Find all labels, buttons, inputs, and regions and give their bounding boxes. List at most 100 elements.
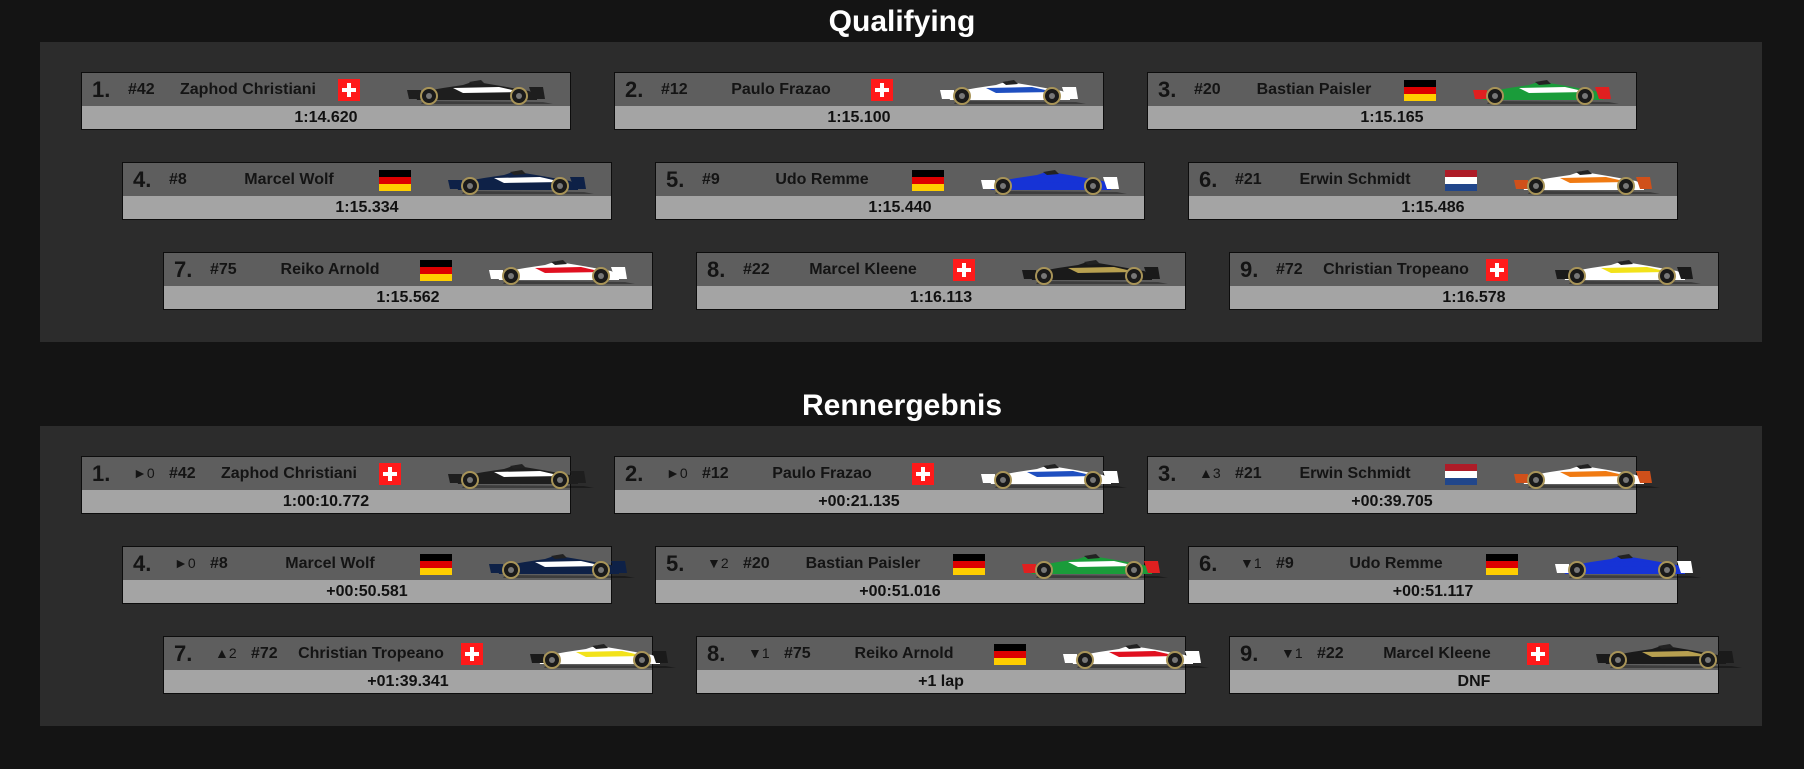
race-car-image xyxy=(940,80,1086,105)
position: 3. xyxy=(1158,461,1177,486)
driver-header: 7. #75 Reiko Arnold xyxy=(164,253,652,286)
flag-de-icon xyxy=(994,644,1026,665)
driver-header: 1. #42 Zaphod Christiani xyxy=(82,73,570,106)
race-result-card[interactable]: 3. ▲3 #21 Erwin Schmidt +00:39.705 xyxy=(1147,456,1660,514)
driver-header: 9. #72 Christian Tropeano xyxy=(1230,253,1718,286)
race-result-card[interactable]: 1. ►0 #42 Zaphod Christiani 1:00:10.772 xyxy=(81,456,594,514)
flag-ch-icon xyxy=(379,463,401,485)
flag-ch-icon xyxy=(871,79,893,101)
race-car-image xyxy=(1514,170,1660,195)
flag-de-icon xyxy=(420,554,452,575)
flag-de-icon xyxy=(912,170,944,191)
race-time: +00:51.016 xyxy=(656,580,1144,603)
driver-header: 5. #9 Udo Remme xyxy=(656,163,1144,196)
race-car-image xyxy=(407,80,553,105)
position: 1. xyxy=(92,77,111,102)
driver-name: Erwin Schmidt xyxy=(1299,171,1411,188)
lap-time: 1:16.578 xyxy=(1230,286,1718,309)
flag-ch-icon xyxy=(461,643,483,665)
position: 2. xyxy=(625,461,644,486)
flag-de-icon xyxy=(953,554,985,575)
position-change: ▼2 xyxy=(707,555,729,571)
flag-nl-icon xyxy=(1445,170,1477,191)
position: 8. xyxy=(707,641,726,666)
driver-name: Reiko Arnold xyxy=(280,261,380,278)
race-result-card[interactable]: 8. ▼1 #75 Reiko Arnold +1 lap xyxy=(696,636,1209,694)
car-number: #8 xyxy=(169,171,187,188)
car-livery xyxy=(1510,459,1660,489)
qualifying-card[interactable]: 1. #42 Zaphod Christiani 1:14.620 xyxy=(81,72,571,130)
driver-header: 4. #8 Marcel Wolf xyxy=(123,163,611,196)
qualifying-card[interactable]: 8. #22 Marcel Kleene 1:16.113 xyxy=(696,252,1186,310)
car-livery xyxy=(1018,255,1168,285)
car-number: #12 xyxy=(702,465,729,482)
lap-time: 1:15.334 xyxy=(123,196,611,219)
position-change: ▼1 xyxy=(1281,645,1303,661)
lap-time: 1:15.486 xyxy=(1189,196,1677,219)
race-result-card[interactable]: 2. ►0 #12 Paulo Frazao +00:21.135 xyxy=(614,456,1127,514)
qualifying-card[interactable]: 6. #21 Erwin Schmidt 1:15.486 xyxy=(1188,162,1678,220)
car-livery xyxy=(1469,75,1619,105)
driver-name: Marcel Kleene xyxy=(809,261,917,278)
car-livery xyxy=(1510,165,1660,195)
car-number: #75 xyxy=(210,261,237,278)
race-car-image xyxy=(489,260,635,285)
position-change: ►0 xyxy=(174,555,196,571)
qualifying-card[interactable]: 9. #72 Christian Tropeano 1:16.578 xyxy=(1229,252,1719,310)
qualifying-card[interactable]: 2. #12 Paulo Frazao 1:15.100 xyxy=(614,72,1104,130)
car-number: #42 xyxy=(169,465,196,482)
qualifying-card[interactable]: 4. #8 Marcel Wolf 1:15.334 xyxy=(122,162,612,220)
car-number: #72 xyxy=(1276,261,1303,278)
car-number: #20 xyxy=(1194,81,1221,98)
race-result-card[interactable]: 7. ▲2 #72 Christian Tropeano +01:39.341 xyxy=(163,636,676,694)
race-time: +01:39.341 xyxy=(164,670,652,693)
position: 2. xyxy=(625,77,644,102)
car-number: #22 xyxy=(1317,645,1344,662)
car-number: #9 xyxy=(702,171,720,188)
race-time: DNF xyxy=(1230,670,1718,693)
race-time: +00:50.581 xyxy=(123,580,611,603)
driver-header: 6. ▼1 #9 Udo Remme xyxy=(1189,547,1701,580)
lap-time: 1:15.100 xyxy=(615,106,1103,129)
car-livery xyxy=(1592,639,1742,669)
position: 5. xyxy=(666,167,685,192)
car-livery xyxy=(444,459,594,489)
position: 9. xyxy=(1240,641,1259,666)
race-result-card[interactable]: 4. ►0 #8 Marcel Wolf +00:50.581 xyxy=(122,546,635,604)
position-change: ▼1 xyxy=(1240,555,1262,571)
car-number: #8 xyxy=(210,555,228,572)
driver-name: Christian Tropeano xyxy=(1323,261,1469,278)
flag-de-icon xyxy=(1404,80,1436,101)
car-number: #42 xyxy=(128,81,155,98)
driver-name: Zaphod Christiani xyxy=(221,465,357,482)
position: 4. xyxy=(133,551,152,576)
race-result-card[interactable]: 9. ▼1 #22 Marcel Kleene DNF xyxy=(1229,636,1742,694)
flag-ch-icon xyxy=(1527,643,1549,665)
car-number: #22 xyxy=(743,261,770,278)
race-car-image xyxy=(1022,260,1168,285)
race-car-image xyxy=(1514,464,1660,489)
race-car-image xyxy=(530,644,676,669)
driver-name: Marcel Wolf xyxy=(285,555,375,572)
race-car-image xyxy=(981,464,1127,489)
lap-time: 1:14.620 xyxy=(82,106,570,129)
race-car-image xyxy=(1596,644,1742,669)
race-result-card[interactable]: 5. ▼2 #20 Bastian Paisler +00:51.016 xyxy=(655,546,1168,604)
position: 4. xyxy=(133,167,152,192)
race-car-image xyxy=(1555,554,1701,579)
position-change: ▲2 xyxy=(215,645,237,661)
lap-time: 1:15.562 xyxy=(164,286,652,309)
qualifying-card[interactable]: 7. #75 Reiko Arnold 1:15.562 xyxy=(163,252,653,310)
qualifying-card[interactable]: 5. #9 Udo Remme 1:15.440 xyxy=(655,162,1145,220)
race-result-card[interactable]: 6. ▼1 #9 Udo Remme +00:51.117 xyxy=(1188,546,1701,604)
race-car-image xyxy=(1063,644,1209,669)
race-car-image xyxy=(448,170,594,195)
car-number: #9 xyxy=(1276,555,1294,572)
driver-header: 2. ►0 #12 Paulo Frazao xyxy=(615,457,1127,490)
qualifying-card[interactable]: 3. #20 Bastian Paisler 1:15.165 xyxy=(1147,72,1637,130)
driver-name: Udo Remme xyxy=(775,171,869,188)
race-car-image xyxy=(1022,554,1168,579)
flag-de-icon xyxy=(1486,554,1518,575)
car-livery xyxy=(1059,639,1209,669)
race-time: +00:21.135 xyxy=(615,490,1103,513)
